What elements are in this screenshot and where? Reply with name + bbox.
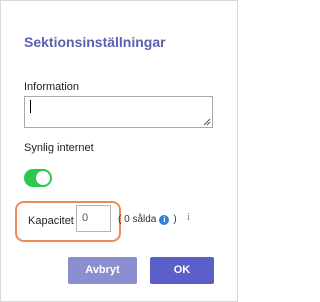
section-settings-dialog: Sektionsinställningar Information Synlig… [0, 0, 238, 302]
sold-count-text: ( 0 sålda [118, 214, 157, 225]
kapacitet-input[interactable]: 0 [76, 205, 111, 232]
synlig-internet-toggle[interactable] [24, 169, 52, 187]
sold-count-close: ) [173, 214, 177, 225]
ok-button[interactable]: OK [150, 257, 214, 284]
info-icon[interactable]: i [187, 212, 190, 223]
resize-grip-icon[interactable] [203, 118, 211, 126]
sold-count: ( 0 sålda i ) [118, 214, 177, 225]
kapacitet-label: Kapacitet [28, 215, 74, 227]
synlig-internet-label: Synlig internet [24, 142, 94, 154]
information-label: Information [24, 81, 80, 93]
toggle-knob [36, 171, 50, 185]
cancel-button[interactable]: Avbryt [68, 257, 137, 284]
dialog-title: Sektionsinställningar [24, 34, 166, 50]
information-textarea[interactable] [24, 96, 213, 128]
text-caret [30, 100, 31, 113]
info-circle-icon[interactable]: i [159, 214, 170, 225]
